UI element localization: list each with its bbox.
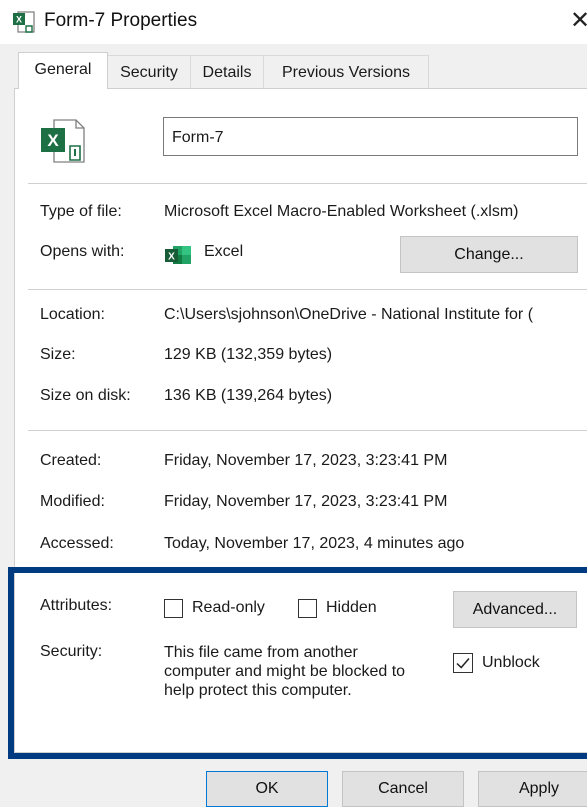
modified-label: Modified: — [40, 493, 105, 510]
ok-button[interactable]: OK — [206, 771, 328, 807]
location-value: C:\Users\sjohnson\OneDrive - National In… — [164, 306, 534, 323]
unblock-checkbox[interactable] — [453, 653, 473, 673]
size-on-disk-label: Size on disk: — [40, 387, 131, 404]
svg-text:X: X — [16, 15, 22, 25]
apply-button[interactable]: Apply — [478, 771, 587, 807]
unblock-label[interactable]: Unblock — [482, 654, 540, 672]
hidden-checkbox[interactable] — [298, 599, 317, 618]
separator — [28, 289, 587, 290]
read-only-checkbox[interactable] — [164, 599, 183, 618]
location-label: Location: — [40, 306, 105, 323]
window-title: Form-7 Properties — [44, 10, 198, 31]
type-of-file-value: Microsoft Excel Macro-Enabled Worksheet … — [164, 203, 519, 220]
size-value: 129 KB (132,359 bytes) — [164, 346, 333, 363]
excel-document-icon: X — [41, 119, 85, 163]
security-message: This file came from another computer and… — [164, 643, 405, 700]
excel-file-icon: X — [13, 11, 35, 33]
created-label: Created: — [40, 452, 102, 469]
attributes-label: Attributes: — [40, 597, 113, 614]
tab-details[interactable]: Details — [190, 55, 264, 88]
separator — [28, 183, 587, 184]
tab-security[interactable]: Security — [107, 55, 191, 88]
change-button[interactable]: Change... — [400, 236, 578, 273]
modified-value: Friday, November 17, 2023, 3:23:41 PM — [164, 493, 448, 510]
tab-previous-versions[interactable]: Previous Versions — [263, 55, 429, 88]
svg-text:X: X — [47, 131, 59, 150]
size-on-disk-value: 136 KB (139,264 bytes) — [164, 387, 333, 404]
security-label: Security: — [40, 643, 103, 660]
excel-app-icon: X — [165, 246, 191, 264]
size-label: Size: — [40, 346, 76, 363]
read-only-label[interactable]: Read-only — [192, 599, 265, 617]
checkmark-icon — [456, 658, 470, 669]
accessed-label: Accessed: — [40, 535, 114, 552]
security-message-line: help protect this computer. — [164, 682, 352, 699]
type-of-file-label: Type of file: — [40, 203, 122, 220]
svg-text:X: X — [168, 252, 175, 263]
hidden-label[interactable]: Hidden — [326, 599, 377, 617]
opens-with-label: Opens with: — [40, 243, 125, 260]
created-value: Friday, November 17, 2023, 3:23:41 PM — [164, 452, 448, 469]
tab-general[interactable]: General — [18, 52, 108, 89]
security-message-line: This file came from another — [164, 644, 358, 661]
separator — [28, 430, 587, 431]
security-message-line: computer and might be blocked to — [164, 663, 406, 680]
cancel-button[interactable]: Cancel — [342, 771, 464, 807]
file-name-input[interactable]: Form-7 — [163, 117, 578, 156]
advanced-button[interactable]: Advanced... — [453, 591, 577, 628]
opens-with-app: Excel — [204, 243, 244, 260]
accessed-value: Today, November 17, 2023, 4 minutes ago — [164, 535, 465, 552]
close-icon[interactable]: ✕ — [570, 6, 587, 35]
